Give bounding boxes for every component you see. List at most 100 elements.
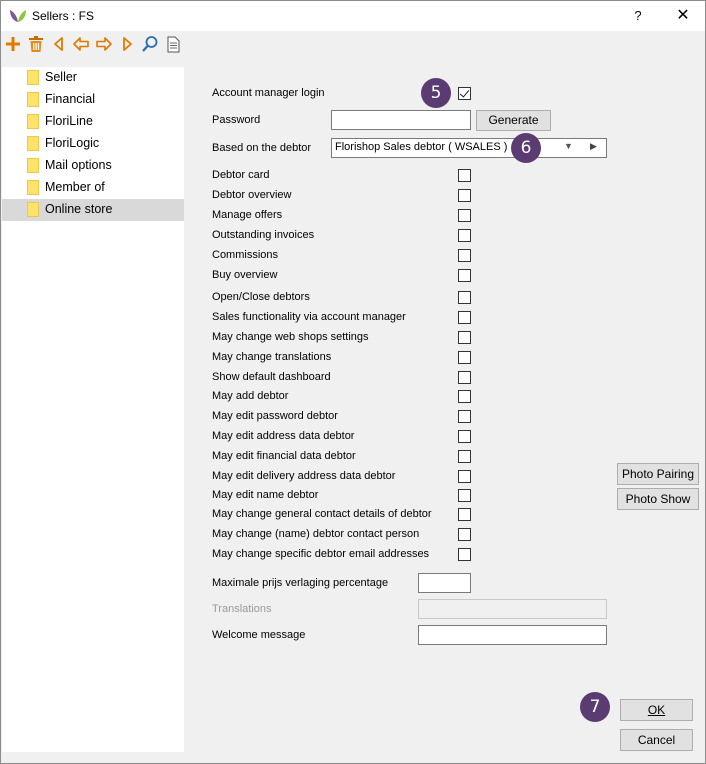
ok-button[interactable]: OK (620, 699, 693, 721)
sellers-dialog: Sellers : FS ? ✕ Seller Financial FloriL… (0, 0, 706, 764)
open-arrow-icon[interactable]: ▶ (590, 141, 597, 152)
sidebar: Seller Financial FloriLine FloriLogic Ma… (2, 67, 184, 752)
permission-label: May edit name debtor (212, 489, 319, 501)
translations-label: Translations (212, 603, 272, 615)
permission-label: May change (name) debtor contact person (212, 528, 420, 540)
permission-checkbox[interactable] (458, 229, 471, 242)
first-icon[interactable] (50, 34, 68, 54)
document-icon[interactable] (164, 34, 182, 54)
account-manager-login-checkbox[interactable] (458, 87, 471, 100)
permission-label: Show default dashboard (212, 371, 331, 383)
based-on-debtor-value: Florishop Sales debtor ( WSALES ) (335, 141, 508, 153)
toolbar (1, 31, 705, 57)
permission-checkbox[interactable] (458, 209, 471, 222)
window-title: Sellers : FS (32, 9, 95, 23)
password-label: Password (212, 114, 261, 126)
permission-checkbox[interactable] (458, 249, 471, 262)
permission-label: May change translations (212, 351, 332, 363)
sidebar-item-label: Financial (45, 92, 96, 106)
permission-label: May change general contact details of de… (212, 508, 432, 520)
sidebar-item-label: Online store (45, 202, 113, 216)
permission-label: Sales functionality via account manager (212, 311, 406, 323)
welcome-message-input[interactable] (418, 625, 607, 645)
permission-checkbox[interactable] (458, 291, 471, 304)
permission-label: Debtor card (212, 169, 270, 181)
permission-label: Commissions (212, 249, 279, 261)
callout-badge-7: 7 (580, 692, 610, 722)
sidebar-item-financial[interactable]: Financial (2, 89, 184, 111)
callout-badge-6: 6 (511, 133, 541, 163)
last-icon[interactable] (118, 34, 136, 54)
close-button[interactable]: ✕ (671, 6, 695, 26)
permission-label: May change specific debtor email address… (212, 548, 430, 560)
callout-badge-5: 5 (421, 78, 451, 108)
translations-input (418, 599, 607, 619)
based-on-debtor-select[interactable]: Florishop Sales debtor ( WSALES ) ▼ ▶ (331, 138, 607, 158)
permission-label: Buy overview (212, 269, 278, 281)
sidebar-item-label: FloriLogic (45, 136, 100, 150)
permission-checkbox[interactable] (458, 430, 471, 443)
permission-checkbox[interactable] (458, 371, 471, 384)
folder-icon (27, 92, 39, 107)
permission-checkbox[interactable] (458, 189, 471, 202)
sidebar-item-florilogic[interactable]: FloriLogic (2, 133, 184, 155)
permission-label: May change web shops settings (212, 331, 369, 343)
dropdown-arrow-icon[interactable]: ▼ (564, 141, 573, 151)
folder-icon (27, 136, 39, 151)
permission-label: May edit password debtor (212, 410, 338, 422)
photo-pairing-button[interactable]: Photo Pairing (617, 463, 699, 485)
permission-checkbox[interactable] (458, 351, 471, 364)
password-input[interactable] (331, 110, 471, 130)
sidebar-item-member-of[interactable]: Member of (2, 177, 184, 199)
permission-checkbox[interactable] (458, 548, 471, 561)
max-price-reduction-input[interactable] (418, 573, 471, 593)
sidebar-item-mail-options[interactable]: Mail options (2, 155, 184, 177)
account-manager-login-label: Account manager login (212, 87, 325, 99)
permission-checkbox[interactable] (458, 410, 471, 423)
search-icon[interactable] (141, 34, 159, 54)
folder-icon (27, 202, 39, 217)
permission-checkbox[interactable] (458, 489, 471, 502)
sidebar-item-label: FloriLine (45, 114, 93, 128)
permission-label: May add debtor (212, 390, 289, 402)
permission-label: May edit delivery address data debtor (212, 470, 396, 482)
max-price-reduction-label: Maximale prijs verlaging percentage (212, 577, 389, 589)
add-icon[interactable] (4, 34, 22, 54)
based-on-debtor-label: Based on the debtor (212, 142, 312, 154)
sidebar-item-label: Member of (45, 180, 105, 194)
folder-icon (27, 70, 39, 85)
folder-icon (27, 158, 39, 173)
delete-icon[interactable] (27, 34, 45, 54)
welcome-message-label: Welcome message (212, 629, 306, 641)
cancel-button[interactable]: Cancel (620, 729, 693, 751)
sidebar-item-floriline[interactable]: FloriLine (2, 111, 184, 133)
permission-checkbox[interactable] (458, 331, 471, 344)
title-bar: Sellers : FS ? ✕ (1, 1, 705, 31)
permission-checkbox[interactable] (458, 528, 471, 541)
generate-button[interactable]: Generate (476, 110, 551, 131)
sidebar-item-seller[interactable]: Seller (2, 67, 184, 89)
sidebar-item-label: Seller (45, 70, 77, 84)
permission-checkbox[interactable] (458, 311, 471, 324)
permission-checkbox[interactable] (458, 169, 471, 182)
permission-label: May edit address data debtor (212, 430, 355, 442)
permission-checkbox[interactable] (458, 470, 471, 483)
permission-label: Outstanding invoices (212, 229, 315, 241)
folder-icon (27, 114, 39, 129)
next-icon[interactable] (95, 34, 113, 54)
previous-icon[interactable] (72, 34, 90, 54)
permission-checkbox[interactable] (458, 390, 471, 403)
sidebar-item-label: Mail options (45, 158, 112, 172)
permission-label: Open/Close debtors (212, 291, 310, 303)
photo-show-button[interactable]: Photo Show (617, 488, 699, 510)
permission-label: Debtor overview (212, 189, 292, 201)
permission-checkbox[interactable] (458, 508, 471, 521)
app-logo-icon (10, 10, 26, 22)
sidebar-item-online-store[interactable]: Online store (2, 199, 184, 221)
permission-label: Manage offers (212, 209, 283, 221)
permission-label: May edit financial data debtor (212, 450, 356, 462)
permission-checkbox[interactable] (458, 269, 471, 282)
help-button[interactable]: ? (628, 6, 648, 26)
permission-checkbox[interactable] (458, 450, 471, 463)
folder-icon (27, 180, 39, 195)
